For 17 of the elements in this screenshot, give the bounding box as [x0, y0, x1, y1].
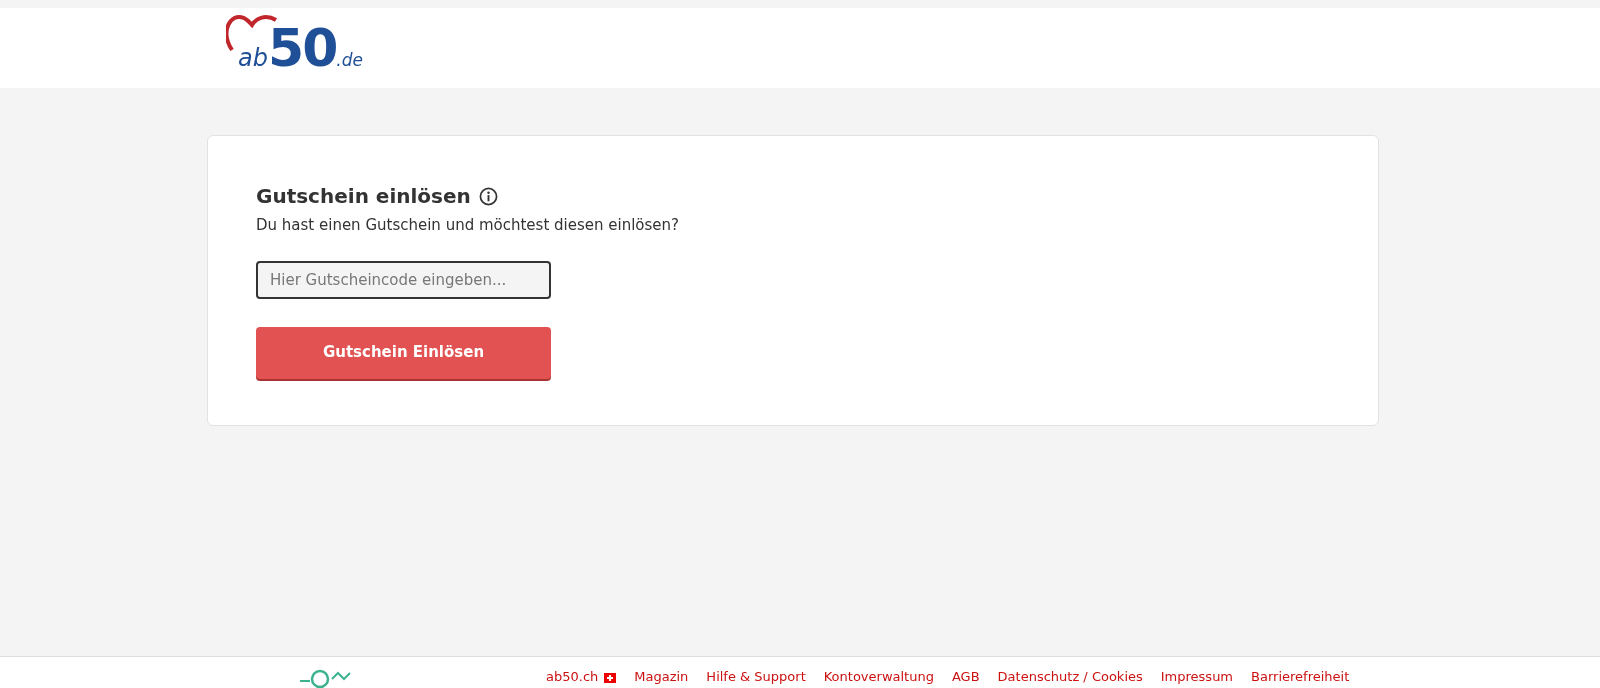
logo[interactable]: ab 50.de: [226, 8, 366, 80]
voucher-code-field[interactable]: Hier Gutscheincode eingeben...: [256, 260, 551, 299]
footer-link[interactable]: Barrierefreiheit: [1251, 667, 1350, 687]
footer-link[interactable]: Kontoverwaltung: [823, 667, 934, 687]
redeem-button[interactable]: Gutschein Einlösen: [256, 326, 551, 379]
info-icon[interactable]: [478, 186, 498, 206]
card-subtitle: Du hast einen Gutschein und möchtest diesen einlösen?: [256, 215, 681, 236]
footer-link[interactable]: ab50.ch: [546, 667, 617, 687]
footer-link[interactable]: Impressum: [1160, 667, 1234, 687]
footer-link[interactable]: AGB: [951, 667, 980, 687]
footer-link[interactable]: Magazin: [634, 667, 689, 687]
logo-text: ab: [238, 44, 268, 72]
footer-link[interactable]: Hilfe & Support: [706, 667, 806, 687]
logo-domain: .de: [336, 50, 363, 70]
logo-number: 50: [267, 18, 337, 78]
footer-link[interactable]: Datenschutz / Cookies: [997, 667, 1143, 687]
card-title: Gutschein einlösen: [256, 184, 471, 208]
